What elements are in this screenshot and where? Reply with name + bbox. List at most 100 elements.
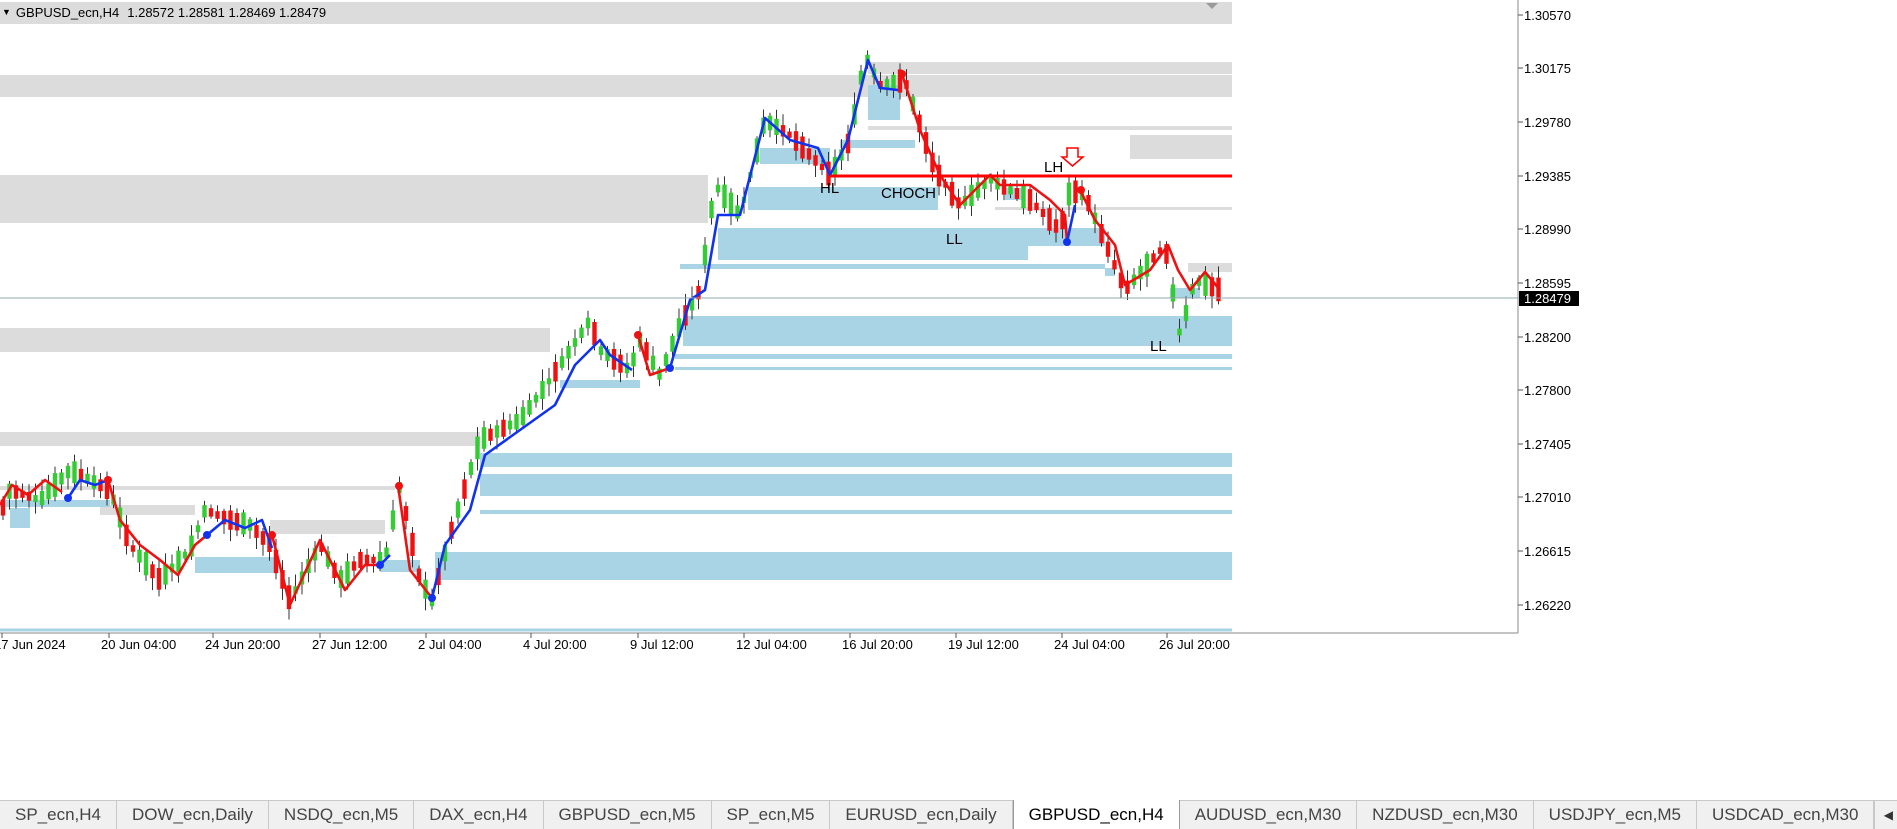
bear-candle: [1112, 260, 1117, 270]
tab-eurusd-ecn-daily[interactable]: EURUSD_ecn,Daily: [830, 801, 1013, 829]
price-label: 1.26615: [1524, 544, 1571, 559]
supply-zone: [868, 126, 1232, 130]
bull-candle: [722, 184, 727, 209]
tab-gbpusd-ecn-m5[interactable]: GBPUSD_ecn,M5: [544, 801, 712, 829]
bull-candle: [520, 407, 526, 425]
price-label: 1.27405: [1524, 437, 1571, 452]
ll-label: LL: [1150, 338, 1167, 355]
down-arrow-icon: [1059, 147, 1086, 167]
swing-low-marker: [1063, 238, 1071, 246]
demand-zone: [560, 380, 640, 388]
bear-candle: [501, 419, 506, 437]
demand-zone: [10, 508, 30, 528]
time-label: 16 Jul 20:00: [842, 637, 913, 652]
collapse-triangle-icon[interactable]: ▼: [2, 7, 11, 17]
supply-zone: [0, 328, 550, 352]
bear-candle: [488, 428, 493, 441]
bear-candle: [156, 567, 162, 590]
bear-candle: [150, 564, 155, 579]
price-label: 1.29385: [1524, 169, 1571, 184]
tab-audusd-ecn-m30[interactable]: AUDUSD_ecn,M30: [1180, 801, 1358, 829]
supply-zone: [270, 520, 385, 534]
tab-usdjpy-ecn-m5[interactable]: USDJPY_ecn,M5: [1534, 801, 1697, 829]
supply-zone: [868, 93, 1232, 97]
bull-candle: [527, 399, 532, 415]
bull-candle: [475, 436, 480, 460]
bull-candle: [345, 561, 350, 584]
swing-low-marker: [376, 561, 384, 569]
red-swing-line: [106, 479, 208, 577]
bull-candle: [1021, 185, 1026, 209]
tab-sp-ecn-h4[interactable]: SP_ecn,H4: [0, 801, 117, 829]
bull-candle: [735, 205, 740, 219]
tab-dax-ecn-h4[interactable]: DAX_ecn,H4: [414, 801, 544, 829]
tab-nzdusd-ecn-m30[interactable]: NZDUSD_ecn,M30: [1357, 801, 1534, 829]
swing-low-marker: [428, 594, 436, 602]
ohlc-values: 1.28572 1.28581 1.28469 1.28479: [127, 4, 327, 20]
bull-candle: [566, 345, 571, 359]
bear-candle: [462, 479, 467, 499]
bear-candle: [1001, 179, 1007, 195]
tab-scroll-controls: ◀ ▶: [1874, 801, 1897, 829]
bear-candle: [1014, 188, 1020, 199]
time-label: 19 Jul 12:00: [948, 637, 1019, 652]
price-chart[interactable]: HL CHOCH LL LH LL 1.30570 1.30175 1.29780 1.2938…: [0, 0, 1897, 800]
time-label: 4 Jul 20:00: [523, 637, 587, 652]
bear-candle: [228, 510, 233, 530]
bull-candle: [514, 414, 519, 430]
tab-dow-ecn-daily[interactable]: DOW_ecn,Daily: [117, 801, 269, 829]
bear-candle: [410, 532, 415, 556]
bull-candle: [390, 510, 396, 530]
bull-candle: [91, 475, 97, 489]
tab-scroll-left-icon[interactable]: ◀: [1874, 801, 1897, 829]
bull-candle: [598, 346, 604, 355]
hl-label: HL: [820, 180, 839, 197]
bear-candle: [1027, 189, 1033, 211]
lh-label: LH: [1044, 159, 1063, 176]
bull-candle: [33, 495, 38, 502]
bull-candle: [579, 327, 584, 338]
supply-zone: [868, 62, 1232, 74]
tab-sp-ecn-m5[interactable]: SP_ecn,M5: [712, 801, 831, 829]
swing-low-marker: [203, 531, 211, 539]
supply-zone: [0, 432, 480, 446]
bull-candle: [650, 355, 656, 370]
bull-candle: [572, 338, 578, 347]
supply-zone: [0, 175, 708, 223]
bull-candle: [585, 317, 591, 329]
demand-zone: [675, 367, 1232, 370]
red-swing-line: [270, 534, 380, 607]
bear-candle: [1105, 241, 1111, 257]
time-label: 12 Jul 04:00: [736, 637, 807, 652]
bull-candle: [241, 512, 246, 535]
bear-candle: [403, 506, 409, 521]
bull-candle: [546, 378, 552, 385]
demand-zone: [480, 453, 1232, 467]
swing-high-marker: [634, 331, 642, 339]
price-label: 1.28595: [1524, 276, 1571, 291]
demand-zone: [480, 474, 1232, 496]
bull-candle: [540, 380, 545, 400]
bull-candle: [702, 244, 708, 266]
time-label: 9 Jul 12:00: [630, 637, 694, 652]
bear-candle: [800, 136, 805, 159]
price-label: 1.28990: [1524, 222, 1571, 237]
bear-candle: [1047, 208, 1052, 231]
bull-candle: [663, 354, 669, 366]
price-label: 1.30570: [1524, 8, 1571, 23]
bear-candle: [208, 508, 214, 517]
tab-gbpusd-ecn-h4[interactable]: GBPUSD_ecn,H4: [1012, 800, 1180, 829]
swing-high-marker: [268, 531, 276, 539]
chart-area[interactable]: HL CHOCH LL LH LL 1.30570 1.30175 1.29780 1.2938…: [0, 0, 1897, 800]
bull-candle: [468, 462, 474, 475]
tab-nsdq-ecn-m5[interactable]: NSDQ_ecn,M5: [269, 801, 415, 829]
tab-usdcad-ecn-m30[interactable]: USDCAD_ecn,M30: [1697, 801, 1875, 829]
bear-candle: [1073, 180, 1078, 204]
price-label: 1.27010: [1524, 490, 1571, 505]
swing-low-marker: [666, 364, 674, 372]
bull-candle: [670, 335, 675, 352]
bull-candle: [715, 184, 721, 193]
swing-high-marker: [898, 70, 906, 78]
bull-candle: [709, 200, 714, 219]
chart-tab-bar: SP_ecn,H4 DOW_ecn,Daily NSDQ_ecn,M5 DAX_ecn…: [0, 800, 1897, 829]
